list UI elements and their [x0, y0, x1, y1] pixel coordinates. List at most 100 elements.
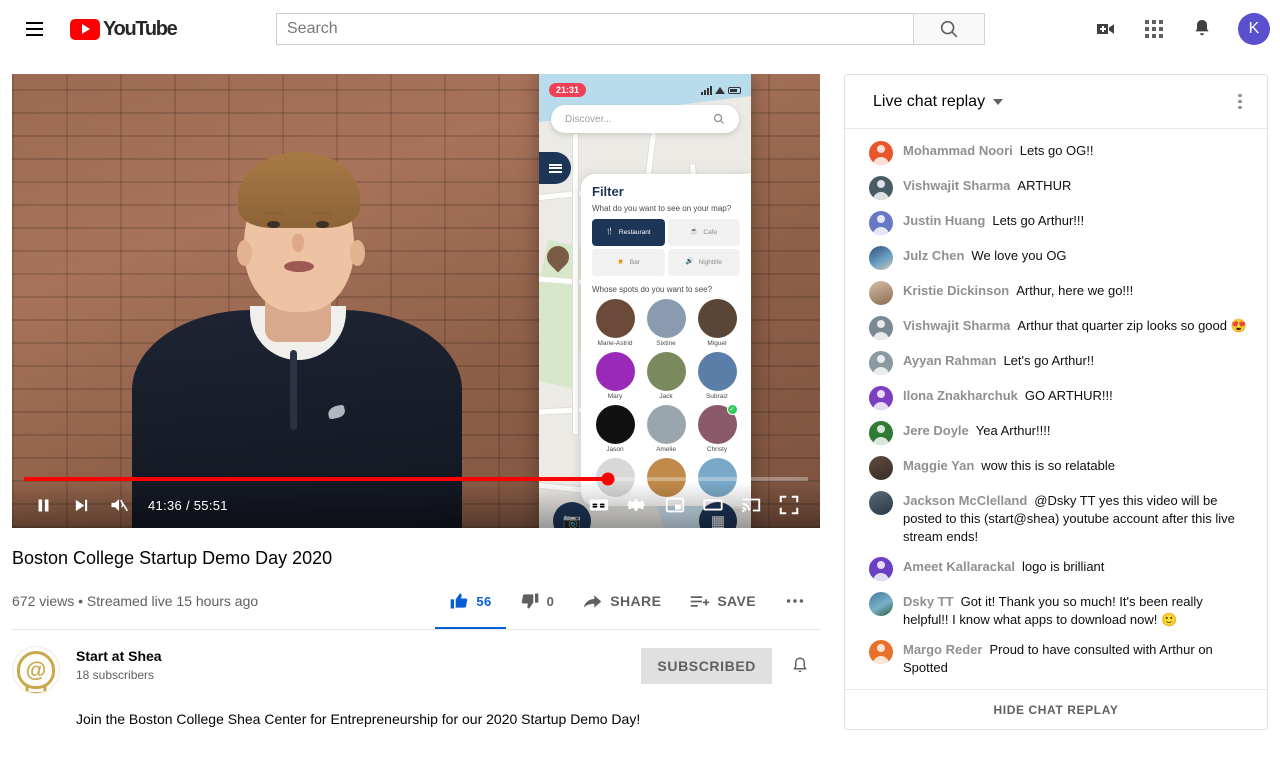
mockup-person-name: Jack	[659, 393, 673, 400]
chat-author[interactable]: Mohammad Noori	[903, 143, 1013, 158]
share-button[interactable]: SHARE	[568, 581, 675, 621]
search-box[interactable]	[276, 13, 913, 45]
chat-text: We love you OG	[971, 248, 1067, 263]
signal-bars-icon	[701, 85, 712, 95]
hamburger-menu-icon[interactable]	[14, 9, 54, 49]
player-controls: 41:36 / 55:51	[12, 482, 820, 528]
volume-button[interactable]	[100, 486, 138, 524]
chevron-down-icon	[993, 98, 1004, 105]
fullscreen-button[interactable]	[770, 486, 808, 524]
video-player[interactable]: 21:31 Discover... Filter What do you wan…	[12, 74, 820, 528]
progress-track[interactable]	[24, 472, 808, 486]
chat-author[interactable]: Justin Huang	[903, 213, 985, 228]
youtube-logo[interactable]: YouTube	[70, 17, 178, 41]
more-actions-button[interactable]	[770, 581, 820, 621]
settings-button[interactable]	[618, 486, 656, 524]
search-button[interactable]	[913, 13, 985, 45]
theater-mode-button[interactable]	[694, 486, 732, 524]
mockup-filter-toggle	[539, 152, 571, 184]
play-triangle-icon	[70, 18, 100, 40]
search-input[interactable]	[287, 20, 903, 38]
save-playlist-icon	[691, 595, 710, 607]
chat-avatar	[869, 281, 893, 305]
chat-mode-selector[interactable]: Live chat replay	[873, 93, 1004, 111]
apps-button[interactable]	[1134, 9, 1174, 49]
page-content: 21:31 Discover... Filter What do you wan…	[0, 58, 1280, 730]
chat-author[interactable]: Ameet Kallarackal	[903, 559, 1015, 574]
save-label: SAVE	[717, 593, 756, 609]
chat-text: Let's go Arthur!!	[1003, 353, 1095, 368]
dislike-button[interactable]: 0	[506, 581, 569, 621]
channel-avatar[interactable]: @	[12, 646, 60, 694]
chat-text: Arthur, here we go!!!	[1016, 283, 1134, 298]
next-video-icon	[75, 499, 87, 511]
mockup-person-name: Jason	[606, 446, 624, 453]
channel-name[interactable]: Start at Shea	[76, 648, 162, 664]
chat-avatar	[869, 639, 893, 664]
chat-text: logo is brilliant	[1022, 558, 1105, 574]
youtube-wordmark: YouTube	[103, 17, 178, 40]
bell-icon	[1195, 20, 1209, 36]
chat-author[interactable]: Vishwajit Sharma	[903, 178, 1010, 193]
captions-button[interactable]	[580, 486, 618, 524]
chat-text: wow this is so relatable	[981, 458, 1115, 473]
hide-chat-replay-button[interactable]: HIDE CHAT REPLAY	[845, 689, 1267, 729]
miniplayer-icon	[665, 497, 685, 513]
chat-author[interactable]: Vishwajit Sharma	[903, 318, 1010, 333]
mockup-category-label: Restaurant	[618, 229, 651, 236]
video-views-and-date: 672 views • Streamed live 15 hours ago	[12, 593, 259, 609]
pause-button[interactable]	[24, 486, 62, 524]
chat-text: Arthur that quarter zip looks so good 😍	[1017, 318, 1247, 333]
mockup-person: Mary	[592, 352, 638, 400]
cutlery-icon: 🍴	[605, 228, 614, 236]
theater-mode-icon	[703, 499, 723, 511]
chat-avatar	[869, 351, 893, 375]
mockup-people-grid: Marie-Astrid Sixtine Miguel Mary Jack Su…	[592, 299, 740, 497]
primary-column: 21:31 Discover... Filter What do you wan…	[12, 74, 820, 730]
chat-message: Vishwajit Sharma Arthur that quarter zip …	[845, 310, 1267, 345]
settings-gear-icon	[626, 499, 646, 511]
mockup-person: Subraiz	[694, 352, 740, 400]
chat-author[interactable]: Jere Doyle	[903, 423, 969, 438]
chat-author[interactable]: Ilona Znakharchuk	[903, 388, 1018, 403]
video-camera-plus-icon	[1097, 24, 1114, 34]
account-avatar[interactable]: K	[1238, 13, 1270, 45]
chat-author[interactable]: Dsky TT	[903, 594, 954, 609]
mockup-filter-question-1: What do you want to see on your map?	[592, 204, 732, 213]
chat-avatar	[869, 456, 893, 480]
chat-author[interactable]: Margo Reder	[903, 642, 982, 657]
chat-author[interactable]: Kristie Dickinson	[903, 283, 1009, 298]
chat-author[interactable]: Jackson McClelland	[903, 493, 1027, 508]
chat-avatar	[869, 246, 893, 270]
share-arrow-icon	[584, 594, 602, 608]
video-description: Join the Boston College Shea Center for …	[76, 711, 641, 727]
mockup-filter-title: Filter	[592, 184, 624, 199]
chat-author[interactable]: Ayyan Rahman	[903, 353, 996, 368]
chat-author[interactable]: Julz Chen	[903, 248, 964, 263]
chat-avatar	[869, 556, 893, 581]
channel-notifications-button[interactable]	[780, 646, 820, 686]
chat-avatar	[869, 316, 893, 340]
hide-chat-replay-label: HIDE CHAT REPLAY	[993, 702, 1119, 717]
mockup-filter-question-2: Whose spots do you want to see?	[592, 285, 713, 294]
share-label: SHARE	[610, 593, 662, 609]
create-video-button[interactable]	[1086, 9, 1126, 49]
save-button[interactable]: SAVE	[675, 581, 770, 621]
mockup-person-name: Subraiz	[705, 393, 729, 400]
dislike-count: 0	[546, 593, 555, 609]
chat-message: Julz Chen We love you OG	[845, 240, 1267, 275]
miniplayer-button[interactable]	[656, 486, 694, 524]
chat-author[interactable]: Maggie Yan	[903, 458, 974, 473]
cast-button[interactable]	[732, 486, 770, 524]
chat-message-list[interactable]: Mohammad Noori Lets go OG!! Vishwajit Sha…	[845, 129, 1267, 689]
chat-menu-button[interactable]	[1223, 85, 1257, 119]
mockup-status-time: 21:31	[549, 83, 587, 97]
subscribed-button[interactable]: SUBSCRIBED	[641, 648, 772, 684]
chat-text: Lets go OG!!	[1019, 143, 1094, 158]
mockup-person-name: Mary	[607, 393, 623, 400]
mockup-person-name: Amelie	[656, 446, 676, 453]
mockup-person: Amelie	[643, 405, 689, 453]
notifications-button[interactable]	[1182, 9, 1222, 49]
next-video-button[interactable]	[62, 486, 100, 524]
like-button[interactable]: 56	[435, 581, 506, 629]
